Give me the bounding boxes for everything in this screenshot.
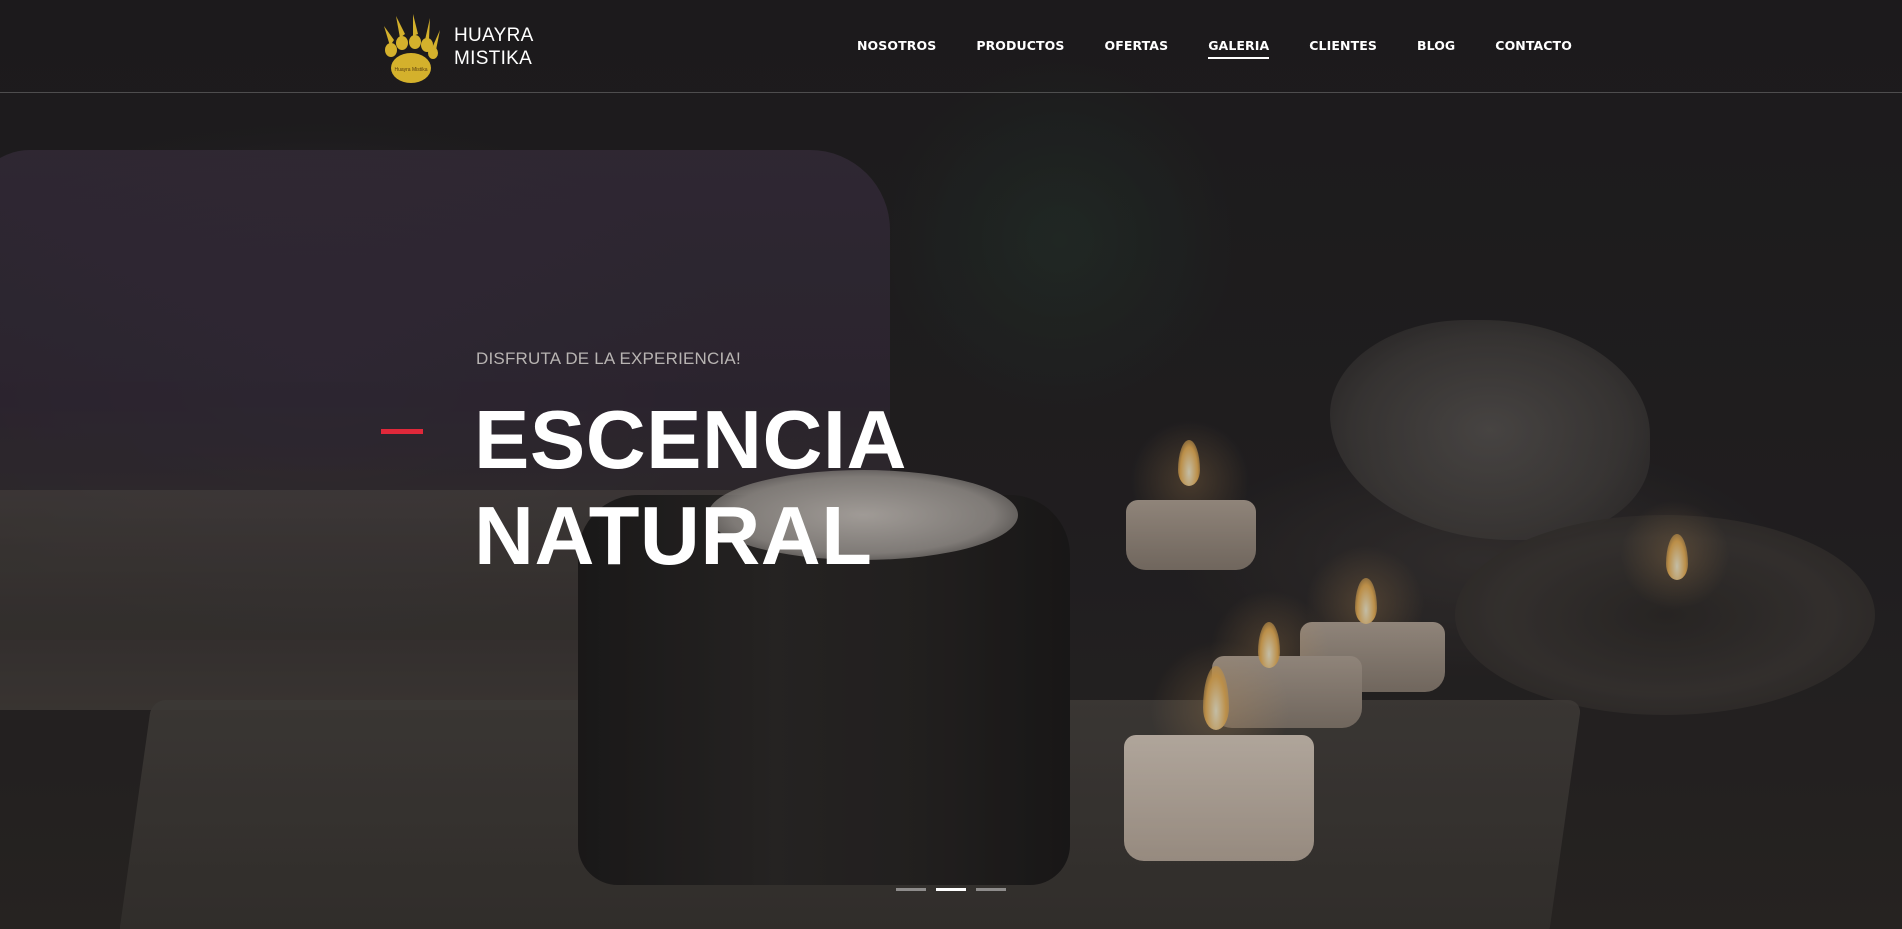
slider-dot-2[interactable] xyxy=(936,888,966,891)
nav-item-blog[interactable]: BLOG xyxy=(1417,38,1455,57)
slider-pagination xyxy=(896,888,1006,891)
nav-item-nosotros[interactable]: NOSOTROS xyxy=(857,38,936,57)
slider-dot-1[interactable] xyxy=(896,888,926,891)
accent-dash xyxy=(381,429,423,434)
brand-name[interactable]: HUAYRA MISTIKA xyxy=(454,24,534,70)
brand-name-line1: HUAYRA xyxy=(454,25,534,46)
nav-item-productos[interactable]: PRODUCTOS xyxy=(976,38,1064,57)
nav-item-galeria[interactable]: GALERIA xyxy=(1208,38,1270,59)
slider-dot-3[interactable] xyxy=(976,888,1006,891)
logo-text: Huayra Mistika xyxy=(394,67,427,73)
top-navigation-bar: Huayra Mistika HUAYRA MISTIKA NOSOTROS P… xyxy=(0,0,1902,93)
hero-title: ESCENCIA NATURAL xyxy=(474,392,907,584)
nav-item-clientes[interactable]: CLIENTES xyxy=(1309,38,1377,57)
logo[interactable]: Huayra Mistika xyxy=(380,12,440,84)
paw-claw-icon: Huayra Mistika xyxy=(384,14,440,83)
nav-item-contacto[interactable]: CONTACTO xyxy=(1495,38,1572,57)
dark-overlay xyxy=(0,0,1902,929)
nav-item-ofertas[interactable]: OFERTAS xyxy=(1104,38,1168,57)
hero-title-line1: ESCENCIA xyxy=(474,393,907,486)
hero-title-line2: NATURAL xyxy=(474,489,873,582)
brand-name-line2: MISTIKA xyxy=(454,48,533,69)
main-nav: NOSOTROS PRODUCTOS OFERTAS GALERIA CLIEN… xyxy=(857,38,1612,59)
hero-slider: Huayra Mistika HUAYRA MISTIKA NOSOTROS P… xyxy=(0,0,1902,929)
hero-eyebrow: DISFRUTA DE LA EXPERIENCIA! xyxy=(476,349,741,368)
